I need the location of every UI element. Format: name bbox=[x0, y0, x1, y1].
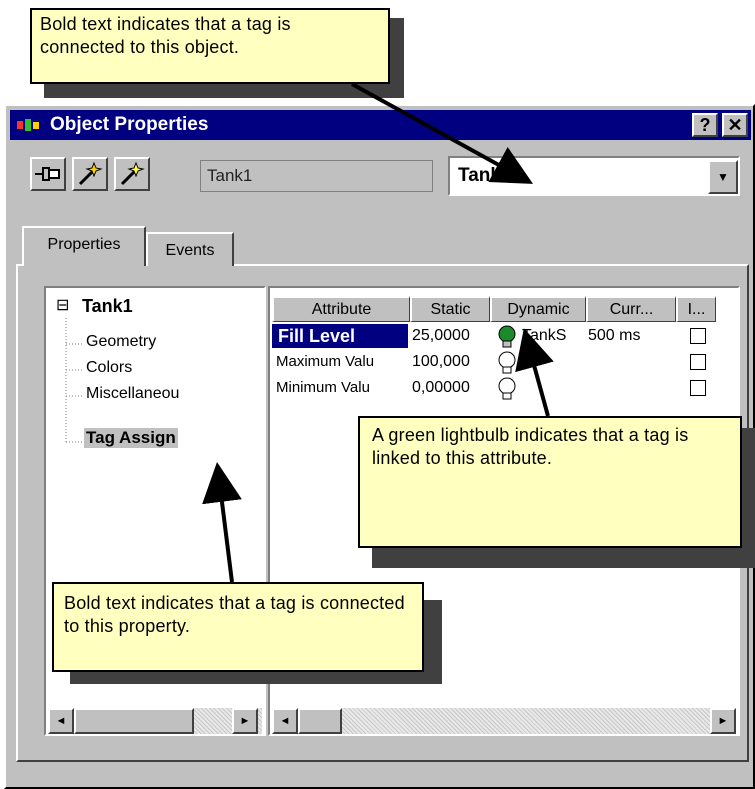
object-name-field[interactable]: Tank1 bbox=[200, 160, 433, 192]
callout-green-lightbulb: A green lightbulb indicates that a tag i… bbox=[358, 416, 742, 548]
scroll-thumb[interactable] bbox=[74, 708, 194, 734]
column-header-dynamic[interactable]: Dynamic bbox=[490, 296, 586, 322]
tab-properties[interactable]: Properties bbox=[22, 226, 146, 266]
column-header-attribute[interactable]: Attribute bbox=[272, 296, 410, 322]
cell-attribute-minimum[interactable]: Minimum Valu bbox=[276, 376, 410, 400]
pin-icon bbox=[35, 167, 60, 181]
tree-item-tag-assignment[interactable]: Tag Assign bbox=[84, 428, 178, 448]
cell-static[interactable]: 0,00000 bbox=[412, 376, 488, 400]
expand-toggle-icon[interactable]: ⊟ bbox=[56, 296, 69, 316]
green-lightbulb-icon[interactable] bbox=[494, 324, 520, 350]
indirect-checkbox[interactable] bbox=[690, 354, 706, 370]
magic-wand-yellow-icon bbox=[120, 161, 145, 186]
cell-static[interactable]: 25,0000 bbox=[412, 324, 488, 348]
cell-attribute-fill-level[interactable]: Fill Level bbox=[272, 324, 408, 348]
magic-wand-button[interactable] bbox=[72, 157, 108, 191]
lightbulb-icon[interactable] bbox=[494, 376, 520, 402]
callout-object-bold: Bold text indicates that a tag is connec… bbox=[30, 8, 390, 84]
tree-item-geometry[interactable]: Geometry bbox=[86, 333, 156, 351]
cell-static[interactable]: 100,000 bbox=[412, 350, 488, 374]
close-button[interactable]: ✕ bbox=[722, 113, 748, 137]
pin-button[interactable] bbox=[30, 157, 66, 191]
indirect-checkbox[interactable] bbox=[690, 328, 706, 344]
cell-dynamic[interactable]: TankS bbox=[522, 324, 584, 348]
scroll-right-icon[interactable]: ► bbox=[232, 708, 258, 734]
column-header-indirect[interactable]: I... bbox=[676, 296, 716, 322]
scroll-left-icon[interactable]: ◄ bbox=[48, 708, 74, 734]
callout-property-bold: Bold text indicates that a tag is connec… bbox=[52, 582, 424, 672]
window-title: Object Properties bbox=[50, 114, 209, 135]
column-header-current[interactable]: Curr... bbox=[586, 296, 676, 322]
scroll-thumb[interactable] bbox=[298, 708, 342, 734]
lightbulb-icon[interactable] bbox=[494, 350, 520, 376]
magic-wand-yellow-button[interactable] bbox=[114, 157, 150, 191]
magic-wand-icon bbox=[78, 161, 103, 186]
object-select-value: Tank1 bbox=[458, 165, 512, 186]
app-icon bbox=[16, 116, 42, 134]
cell-attribute-maximum[interactable]: Maximum Valu bbox=[276, 350, 410, 374]
cell-current[interactable]: 500 ms bbox=[588, 324, 674, 348]
tree-item-colors[interactable]: Colors bbox=[86, 359, 132, 377]
tab-events[interactable]: Events bbox=[146, 232, 234, 266]
scroll-right-icon[interactable]: ► bbox=[710, 708, 736, 734]
chevron-down-icon[interactable]: ▼ bbox=[708, 160, 738, 194]
indirect-checkbox[interactable] bbox=[690, 380, 706, 396]
scroll-left-icon[interactable]: ◄ bbox=[272, 708, 298, 734]
help-button[interactable]: ? bbox=[692, 113, 718, 137]
tree-item-miscellaneous[interactable]: Miscellaneou bbox=[86, 385, 179, 403]
column-header-static[interactable]: Static bbox=[410, 296, 490, 322]
